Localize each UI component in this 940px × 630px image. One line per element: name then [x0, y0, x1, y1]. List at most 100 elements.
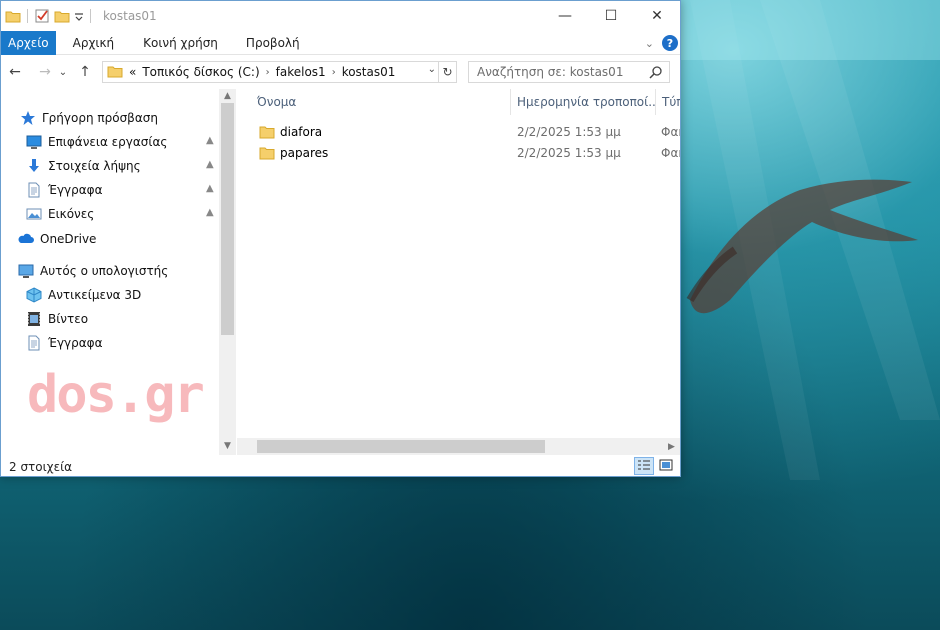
navigation-pane-scrollbar[interactable]: ▲ ▼: [219, 89, 236, 455]
up-arrow-icon: ↑: [79, 64, 91, 80]
documents-icon: [26, 182, 42, 198]
sidebar-item-label: Έγγραφα: [48, 183, 103, 197]
sidebar-item-videos[interactable]: Βίντεο: [26, 308, 88, 330]
item-count: 2 στοιχεία: [9, 459, 73, 474]
expand-ribbon-icon[interactable]: ⌄: [645, 37, 654, 50]
tab-home[interactable]: Αρχική: [56, 31, 128, 55]
minimize-icon: —: [558, 8, 572, 24]
column-header-type[interactable]: Τύπ: [656, 89, 680, 115]
file-name: papares: [280, 145, 329, 160]
large-icons-view-icon: [659, 459, 673, 474]
address-bar[interactable]: « Τοπικός δίσκος (C:) › fakelos1 › kosta…: [102, 61, 439, 83]
pin-icon[interactable]: ▲: [206, 159, 214, 170]
refresh-button[interactable]: ↻: [439, 61, 457, 83]
status-bar: 2 στοιχεία: [1, 456, 680, 477]
star-icon: [20, 110, 36, 126]
search-icon: [649, 65, 663, 82]
list-item[interactable]: diafora 2/2/2025 1:53 μμ Φακ: [251, 121, 680, 142]
horizontal-scrollbar[interactable]: ▶: [237, 438, 680, 455]
desktop-icon: [26, 134, 42, 150]
tab-file[interactable]: Αρχείο: [1, 30, 56, 55]
tab-view[interactable]: Προβολή: [231, 31, 313, 55]
close-button[interactable]: ✕: [634, 1, 680, 31]
ribbon-right-controls: ⌄ ?: [645, 31, 678, 55]
search-box[interactable]: Αναζήτηση σε: kostas01: [468, 61, 670, 83]
sidebar-item-label: Γρήγορη πρόσβαση: [42, 111, 158, 125]
up-button[interactable]: ↑: [74, 61, 96, 83]
breadcrumb-drive[interactable]: Τοπικός δίσκος (C:): [142, 65, 259, 79]
sidebar-item-label: Βίντεο: [48, 312, 89, 326]
sidebar-item-onedrive[interactable]: OneDrive: [18, 228, 96, 250]
file-name: diafora: [280, 124, 323, 139]
back-button[interactable]: ←: [4, 61, 26, 83]
cloud-icon: [18, 231, 34, 247]
large-icons-view-button[interactable]: [656, 457, 676, 475]
breadcrumb-fakelos1[interactable]: fakelos1: [276, 65, 326, 79]
maximize-button[interactable]: ☐: [588, 1, 634, 31]
file-explorer-window: kostas01 — ☐ ✕ Αρχείο Αρχική Κοινή χρήση…: [0, 0, 681, 477]
toolbar-divider: [27, 9, 28, 23]
list-item[interactable]: papares 2/2/2025 1:53 μμ Φακ: [251, 142, 680, 163]
pin-icon[interactable]: ▲: [206, 135, 214, 146]
sidebar-item-pictures[interactable]: Εικόνες: [26, 203, 94, 225]
column-header-name[interactable]: Όνομα: [251, 89, 511, 115]
minimize-button[interactable]: —: [542, 1, 588, 31]
forward-arrow-icon: →: [39, 64, 51, 80]
breadcrumb-separator-icon[interactable]: ›: [266, 67, 270, 78]
sidebar-item-quick-access[interactable]: Γρήγορη πρόσβαση: [20, 107, 158, 129]
properties-icon[interactable]: [34, 8, 50, 24]
scroll-right-icon[interactable]: ▶: [663, 438, 680, 455]
title-bar[interactable]: kostas01 — ☐ ✕: [1, 1, 680, 31]
sidebar-item-3d-objects[interactable]: Αντικείμενα 3D: [26, 284, 141, 306]
sidebar-item-desktop[interactable]: Επιφάνεια εργασίας: [26, 131, 167, 153]
file-name-cell: papares: [259, 145, 328, 161]
sidebar-item-label: OneDrive: [40, 232, 97, 246]
chevron-down-icon: ⌄: [58, 66, 68, 78]
customize-toolbar-icon[interactable]: [74, 8, 84, 24]
sidebar-item-label: Στοιχεία λήψης: [48, 159, 141, 173]
sidebar-item-downloads[interactable]: Στοιχεία λήψης: [26, 155, 141, 177]
details-view-button[interactable]: [634, 457, 654, 475]
sidebar-item-this-pc[interactable]: Αυτός ο υπολογιστής: [18, 260, 168, 282]
pictures-icon: [26, 206, 42, 222]
file-name-cell: diafora: [259, 124, 322, 140]
watermark-logo: dos.gr: [27, 365, 205, 425]
3d-objects-icon: [26, 287, 42, 303]
file-list: ^ Όνομα Ημερομηνία τροποποί... Τύπ diafo…: [237, 89, 680, 455]
quick-access-toolbar: [1, 1, 97, 31]
folder-icon: [5, 8, 21, 24]
scrollbar-thumb[interactable]: [257, 440, 545, 453]
maximize-icon: ☐: [604, 8, 618, 24]
scrollbar-thumb[interactable]: [221, 103, 234, 335]
window-controls: — ☐ ✕: [542, 1, 680, 31]
sidebar-item-label: Έγγραφα: [48, 336, 103, 350]
file-date: 2/2/2025 1:53 μμ: [517, 124, 621, 139]
forward-button[interactable]: →: [34, 61, 56, 83]
refresh-icon: ↻: [442, 65, 453, 79]
new-folder-icon[interactable]: [54, 8, 70, 24]
sidebar-item-label: Αντικείμενα 3D: [48, 288, 142, 302]
sidebar-item-documents-pc[interactable]: Έγγραφα: [26, 332, 103, 354]
scroll-down-icon[interactable]: ▼: [219, 439, 236, 453]
close-icon: ✕: [651, 8, 663, 24]
recent-locations-button[interactable]: ⌄: [56, 61, 70, 83]
sidebar-item-label: Εικόνες: [48, 207, 95, 221]
column-header-date-modified[interactable]: Ημερομηνία τροποποί...: [511, 89, 656, 115]
tab-share[interactable]: Κοινή χρήση: [127, 31, 231, 55]
breadcrumb-kostas01[interactable]: kostas01: [342, 65, 396, 79]
scroll-up-icon[interactable]: ▲: [219, 89, 236, 103]
address-dropdown-icon[interactable]: ⌄: [428, 64, 436, 75]
sidebar-item-documents[interactable]: Έγγραφα: [26, 179, 103, 201]
pin-icon[interactable]: ▲: [206, 183, 214, 194]
breadcrumb-separator-icon[interactable]: ›: [332, 67, 336, 78]
toolbar-divider: [90, 9, 91, 23]
sidebar-item-label: Επιφάνεια εργασίας: [48, 135, 168, 149]
help-icon[interactable]: ?: [662, 35, 678, 51]
sidebar-item-label: Αυτός ο υπολογιστής: [40, 264, 169, 278]
view-switcher: [632, 457, 676, 475]
file-type: Φακ: [661, 145, 680, 160]
breadcrumb-overflow[interactable]: «: [129, 65, 136, 79]
documents-icon: [26, 335, 42, 351]
pin-icon[interactable]: ▲: [206, 207, 214, 218]
ribbon-tabs: Αρχείο Αρχική Κοινή χρήση Προβολή ⌄ ?: [1, 30, 680, 55]
